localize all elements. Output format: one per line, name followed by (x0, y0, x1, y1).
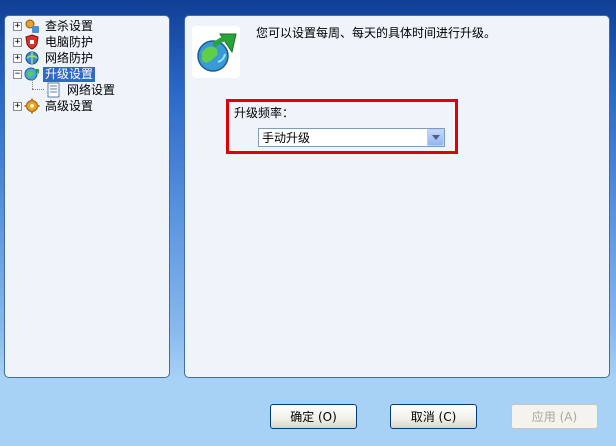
cancel-button[interactable]: 取消 (C) (390, 404, 477, 429)
tree-item-label: 查杀设置 (45, 18, 94, 33)
tree-item-label: 网络设置 (67, 82, 116, 97)
apply-button[interactable]: 应用 (A) (511, 404, 598, 429)
expand-icon[interactable]: + (13, 21, 22, 31)
computer-protection-icon (25, 34, 39, 50)
tree-connector-line (32, 89, 44, 91)
tree-item-label: 高级设置 (45, 98, 94, 113)
ok-button[interactable]: 确定 (O) (270, 404, 357, 429)
scan-shield-icon (25, 19, 39, 33)
update-frequency-value: 手动升级 (262, 131, 311, 145)
chevron-down-icon[interactable] (427, 129, 444, 146)
settings-content-panel (184, 15, 610, 378)
tree-item-network-protection[interactable]: + 网络防护 (13, 50, 95, 66)
tree-item-label: 升级设置 (43, 66, 96, 82)
update-description: 您可以设置每周、每天的具体时间进行升级。 (256, 26, 497, 40)
settings-page-icon (47, 82, 60, 98)
expand-icon[interactable]: + (13, 37, 22, 47)
network-protection-icon (25, 51, 39, 65)
update-globe-icon (192, 26, 240, 78)
tree-connector-line (32, 79, 34, 89)
tree-item-label: 电脑防护 (45, 34, 94, 49)
tree-item-advanced-settings[interactable]: + 高级设置 (13, 98, 95, 114)
advanced-gear-icon (24, 98, 40, 114)
collapse-icon[interactable]: − (13, 69, 22, 79)
tree-item-scan-settings[interactable]: + 查杀设置 (13, 18, 95, 34)
update-frequency-select[interactable]: 手动升级 (258, 128, 445, 147)
tree-item-update-settings[interactable]: − 升级设置 (13, 66, 96, 82)
update-frequency-label: 升级频率： (234, 106, 295, 120)
expand-icon[interactable]: + (13, 101, 22, 111)
tree-item-network-settings[interactable]: 网络设置 (46, 82, 117, 98)
tree-item-computer-protection[interactable]: + 电脑防护 (13, 34, 95, 50)
tree-item-label: 网络防护 (45, 50, 94, 65)
expand-icon[interactable]: + (13, 53, 22, 63)
